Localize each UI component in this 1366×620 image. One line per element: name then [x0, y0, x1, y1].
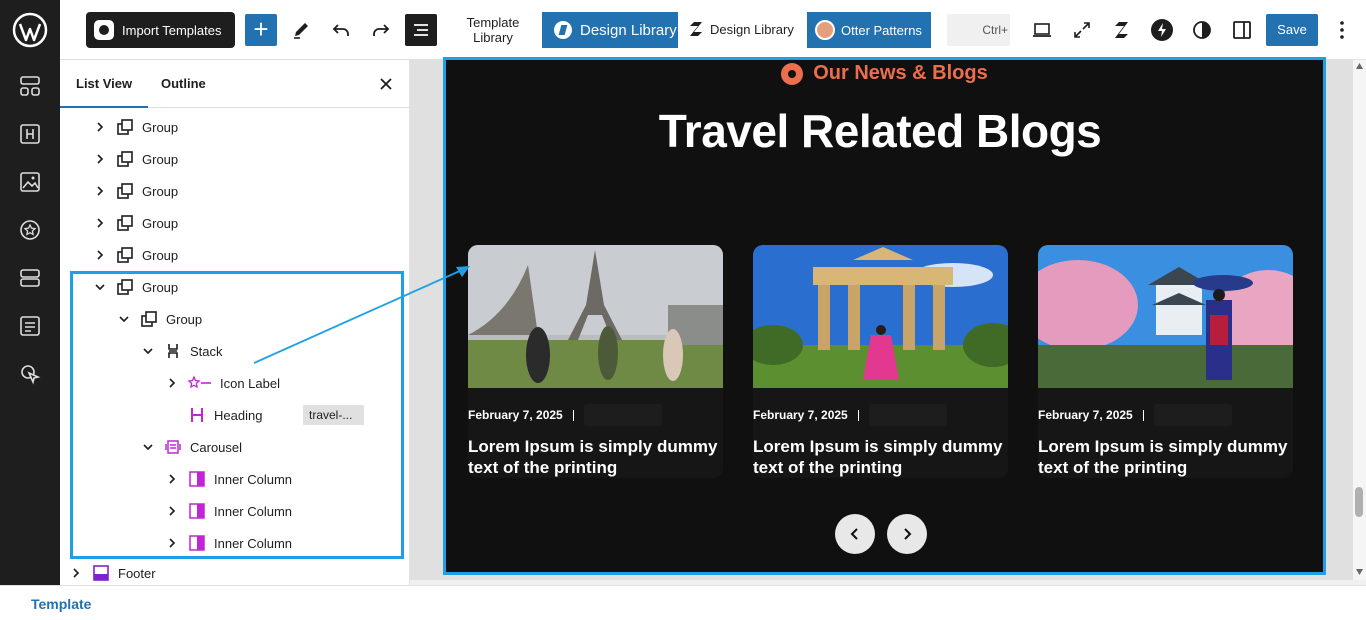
- group-block-icon: [117, 119, 133, 135]
- tree-item-label: Group: [142, 215, 179, 231]
- cursor-click-icon[interactable]: [18, 362, 42, 386]
- pencil-icon[interactable]: [289, 18, 313, 42]
- otter-patterns-label: Otter Patterns: [841, 22, 922, 38]
- scroll-up-icon[interactable]: [1356, 63, 1363, 69]
- save-button[interactable]: Save: [1266, 14, 1318, 46]
- design-library-secondary-button[interactable]: Design Library: [688, 20, 794, 38]
- tree-item-group[interactable]: Group: [94, 175, 394, 207]
- design-library-secondary-label: Design Library: [710, 21, 794, 37]
- command-palette-button[interactable]: Ctrl+: [947, 14, 1010, 46]
- editor-toolbar: Import Templates + Template Library Desi…: [60, 0, 1366, 60]
- tree-item-group[interactable]: Group: [94, 143, 394, 175]
- chevron-right-icon[interactable]: [94, 249, 106, 261]
- otter-patterns-button[interactable]: Otter Patterns: [807, 12, 931, 48]
- blocks-icon[interactable]: [18, 74, 42, 98]
- design-library-button[interactable]: Design Library: [542, 12, 678, 48]
- stackable-settings-icon[interactable]: [1110, 18, 1134, 42]
- star-icon[interactable]: [18, 218, 42, 242]
- group-block-icon: [117, 183, 133, 199]
- more-options-icon[interactable]: [1334, 18, 1350, 42]
- desktop-preview-icon[interactable]: [1030, 18, 1054, 42]
- stackable-logo-icon: [554, 21, 572, 39]
- media-icon[interactable]: [18, 170, 42, 194]
- tree-item-footer[interactable]: Footer: [70, 559, 394, 587]
- add-block-button[interactable]: +: [245, 14, 277, 46]
- list-icon[interactable]: [18, 314, 42, 338]
- wordpress-logo-icon[interactable]: [12, 12, 48, 48]
- chevron-right-icon[interactable]: [94, 217, 106, 229]
- tab-outline[interactable]: Outline: [145, 60, 222, 108]
- otter-avatar-icon: [815, 20, 835, 40]
- breadcrumb-template[interactable]: Template: [31, 596, 91, 612]
- fullscreen-icon[interactable]: [1070, 18, 1094, 42]
- editor-footer: Template: [0, 585, 1366, 620]
- undo-icon[interactable]: [329, 18, 353, 42]
- close-icon[interactable]: [378, 76, 394, 92]
- footer-template-icon: [93, 565, 109, 581]
- group-block-icon: [117, 215, 133, 231]
- template-library-button[interactable]: Template Library: [458, 15, 528, 45]
- import-templates-label: Import Templates: [122, 22, 222, 38]
- redo-icon[interactable]: [369, 18, 393, 42]
- tree-item-label: Footer: [118, 565, 156, 581]
- tree-item-group[interactable]: Group: [94, 207, 394, 239]
- stackable-s-icon: [690, 22, 702, 36]
- scrollbar-thumb[interactable]: [1355, 487, 1363, 517]
- design-library-label: Design Library: [580, 21, 677, 39]
- group-block-icon: [117, 151, 133, 167]
- tree-item-label: Group: [142, 183, 179, 199]
- tree-item-group[interactable]: Group: [94, 111, 394, 143]
- chevron-right-icon[interactable]: [94, 153, 106, 165]
- bolt-icon[interactable]: [1150, 18, 1174, 42]
- group-block-icon: [117, 247, 133, 263]
- tree-item-label: Group: [142, 151, 179, 167]
- chevron-right-icon[interactable]: [94, 121, 106, 133]
- tab-list-view[interactable]: List View: [60, 60, 148, 108]
- heading-icon[interactable]: [18, 122, 42, 146]
- settings-sidebar-icon[interactable]: [1230, 18, 1254, 42]
- admin-sidebar: [0, 0, 60, 585]
- import-templates-button[interactable]: Import Templates: [86, 12, 235, 48]
- panel-tabs: List View Outline: [60, 60, 409, 108]
- annotation-arrow-icon: [253, 266, 470, 364]
- import-logo-icon: [94, 20, 114, 40]
- selected-block-outline: [443, 57, 1326, 575]
- styles-contrast-icon[interactable]: [1190, 18, 1214, 42]
- tree-item-label: Group: [142, 247, 179, 263]
- tree-item-label: Group: [142, 119, 179, 135]
- chevron-right-icon[interactable]: [94, 185, 106, 197]
- list-view-toggle-button[interactable]: [405, 14, 437, 46]
- rows-icon[interactable]: [18, 266, 42, 290]
- list-view-icon: [414, 24, 428, 36]
- scroll-down-icon[interactable]: [1356, 569, 1363, 575]
- chevron-right-icon[interactable]: [70, 567, 82, 579]
